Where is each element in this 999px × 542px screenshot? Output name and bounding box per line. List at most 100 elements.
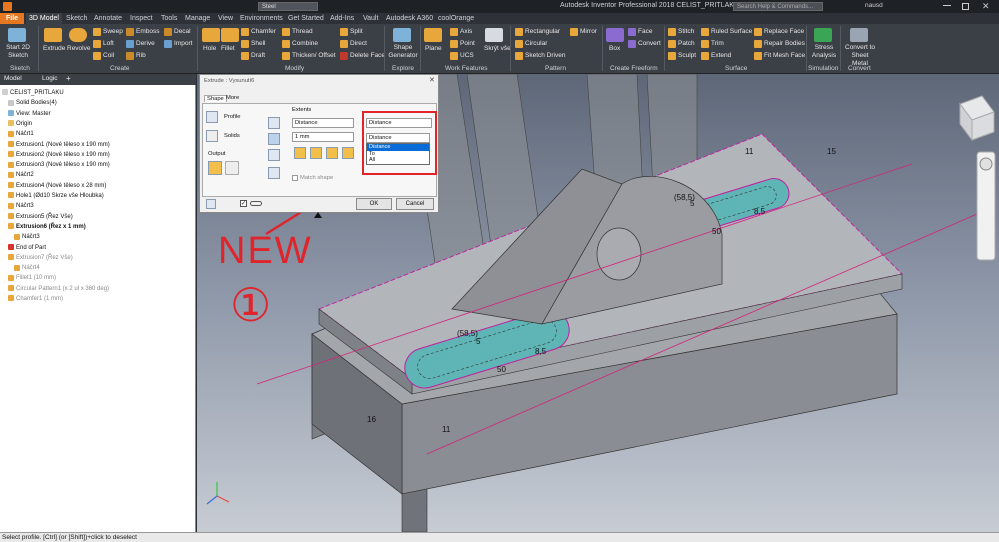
tree-item[interactable]: Extrusion2 (Nové těleso x 190 mm) <box>8 150 110 160</box>
derive-button[interactable]: Derive <box>136 40 155 48</box>
extend-button[interactable]: Extend <box>711 52 731 60</box>
add-tab-icon[interactable]: + <box>66 74 71 83</box>
sculpt-icon[interactable] <box>668 52 676 60</box>
profile-select-icon[interactable] <box>206 111 218 123</box>
thread-icon[interactable] <box>282 28 290 36</box>
dim-label[interactable]: 11 <box>745 147 754 156</box>
face-icon[interactable] <box>628 28 636 36</box>
thicken-icon[interactable] <box>282 52 290 60</box>
preview-checkbox[interactable]: ✓ <box>240 200 247 207</box>
shell-button[interactable]: Shell <box>251 40 265 48</box>
tree-item[interactable]: Extrusion1 (Nové těleso x 190 mm) <box>8 140 110 150</box>
intersect-icon[interactable] <box>268 149 280 161</box>
point-button[interactable]: Point <box>460 40 475 48</box>
loft-button[interactable]: Loft <box>103 40 114 48</box>
stitch-button[interactable]: Stitch <box>678 28 694 36</box>
direction-1-icon[interactable] <box>294 147 306 159</box>
patch-button[interactable]: Patch <box>678 40 695 48</box>
replace-face-icon[interactable] <box>754 28 762 36</box>
distance-input[interactable]: 1 mm <box>292 132 354 142</box>
convert-sheet-metal-icon[interactable] <box>850 28 868 42</box>
dim-label[interactable]: 8,5 <box>754 207 766 216</box>
extrude-button[interactable]: Extrude <box>43 45 65 53</box>
dim-label[interactable]: 5 <box>476 337 481 346</box>
material-select[interactable]: Steel <box>258 2 318 11</box>
axis-button[interactable]: Axis <box>460 28 472 36</box>
tab-environments[interactable]: Environments <box>240 13 283 24</box>
ucs-icon[interactable] <box>450 52 458 60</box>
sweep-icon[interactable] <box>93 28 101 36</box>
fit-mesh-button[interactable]: Fit Mesh Face <box>764 52 805 60</box>
shape-generator-button[interactable]: Shape Generator <box>388 44 418 60</box>
asymmetric-icon[interactable] <box>342 147 354 159</box>
output-solid-icon[interactable] <box>208 161 222 175</box>
shape-generator-icon[interactable] <box>393 28 411 42</box>
thread-button[interactable]: Thread <box>292 28 313 36</box>
draft-icon[interactable] <box>241 52 249 60</box>
help-icon[interactable] <box>206 199 216 209</box>
maximize-icon[interactable] <box>962 3 969 10</box>
glasses-icon[interactable] <box>250 201 262 206</box>
tab-vault[interactable]: Vault <box>363 13 378 24</box>
coil-icon[interactable] <box>93 52 101 60</box>
sculpt-button[interactable]: Sculpt <box>678 52 696 60</box>
close-icon[interactable]: ✕ <box>982 1 990 12</box>
stitch-icon[interactable] <box>668 28 676 36</box>
tab-view[interactable]: View <box>218 13 233 24</box>
extents-type-select[interactable]: Distance <box>292 118 354 128</box>
cut-icon[interactable] <box>268 133 280 145</box>
tab-manage[interactable]: Manage <box>185 13 210 24</box>
emboss-icon[interactable] <box>126 28 134 36</box>
dim-label[interactable]: 50 <box>497 365 506 374</box>
tab-get-started[interactable]: Get Started <box>288 13 324 24</box>
stress-analysis-icon[interactable] <box>814 28 832 42</box>
dim-label[interactable]: 11 <box>442 425 451 434</box>
hole-icon[interactable] <box>202 28 220 42</box>
tree-item[interactable]: Solid Bodies(4) <box>8 98 57 108</box>
tree-item[interactable]: End of Part <box>8 243 46 253</box>
tree-item[interactable]: Hole1 (Ød10 Skrze vše Hloubka) <box>8 191 104 201</box>
replace-face-button[interactable]: Replace Face <box>764 28 804 36</box>
close-icon[interactable]: ✕ <box>429 76 435 84</box>
plane-button[interactable]: Plane <box>425 45 442 53</box>
tab-file[interactable]: File <box>0 13 24 24</box>
new-solid-icon[interactable] <box>268 167 280 179</box>
circular-pattern-button[interactable]: Circular <box>525 40 547 48</box>
extend-icon[interactable] <box>701 52 709 60</box>
tree-item[interactable]: Náčrt4 <box>14 263 40 273</box>
mirror-button[interactable]: Mirror <box>580 28 597 36</box>
chamfer-button[interactable]: Chamfer <box>251 28 276 36</box>
ruled-surface-button[interactable]: Ruled Surface <box>711 28 752 36</box>
dim-label[interactable]: 50 <box>712 227 721 236</box>
loft-icon[interactable] <box>93 40 101 48</box>
tree-item[interactable]: Extrusion5 (Řez Vše) <box>8 212 73 222</box>
direct-icon[interactable] <box>340 40 348 48</box>
tree-item[interactable]: Fillet1 (10 mm) <box>8 273 56 283</box>
ok-button[interactable]: OK <box>356 198 392 210</box>
hole-button[interactable]: Hole <box>203 45 216 53</box>
decal-icon[interactable] <box>164 28 172 36</box>
tab-tools[interactable]: Tools <box>161 13 177 24</box>
rib-icon[interactable] <box>126 52 134 60</box>
start-sketch-icon[interactable] <box>8 28 26 42</box>
tree-item[interactable]: Extrusion6 (Řez x 1 mm) <box>8 222 86 232</box>
mirror-icon[interactable] <box>570 28 578 36</box>
repair-bodies-button[interactable]: Repair Bodies <box>764 40 805 48</box>
rectangular-pattern-button[interactable]: Rectangular <box>525 28 560 36</box>
tree-item[interactable]: Náčrt3 <box>14 232 40 242</box>
ucs-button[interactable]: UCS <box>460 52 474 60</box>
tree-item[interactable]: Extrusion3 (Nové těleso x 190 mm) <box>8 160 110 170</box>
match-shape-checkbox[interactable] <box>292 175 298 181</box>
fillet-icon[interactable] <box>221 28 239 42</box>
rectangular-pattern-icon[interactable] <box>515 28 523 36</box>
tab-more[interactable]: More <box>226 95 239 101</box>
extrude-icon[interactable] <box>44 28 62 42</box>
shell-icon[interactable] <box>241 40 249 48</box>
point-icon[interactable] <box>450 40 458 48</box>
tree-item[interactable]: Origin <box>8 119 32 129</box>
app-logo-icon[interactable] <box>3 2 12 11</box>
hide-all-icon[interactable] <box>485 28 503 42</box>
tab-logic[interactable]: Logic <box>42 75 58 82</box>
coil-button[interactable]: Coil <box>103 52 114 60</box>
sweep-button[interactable]: Sweep <box>103 28 123 36</box>
